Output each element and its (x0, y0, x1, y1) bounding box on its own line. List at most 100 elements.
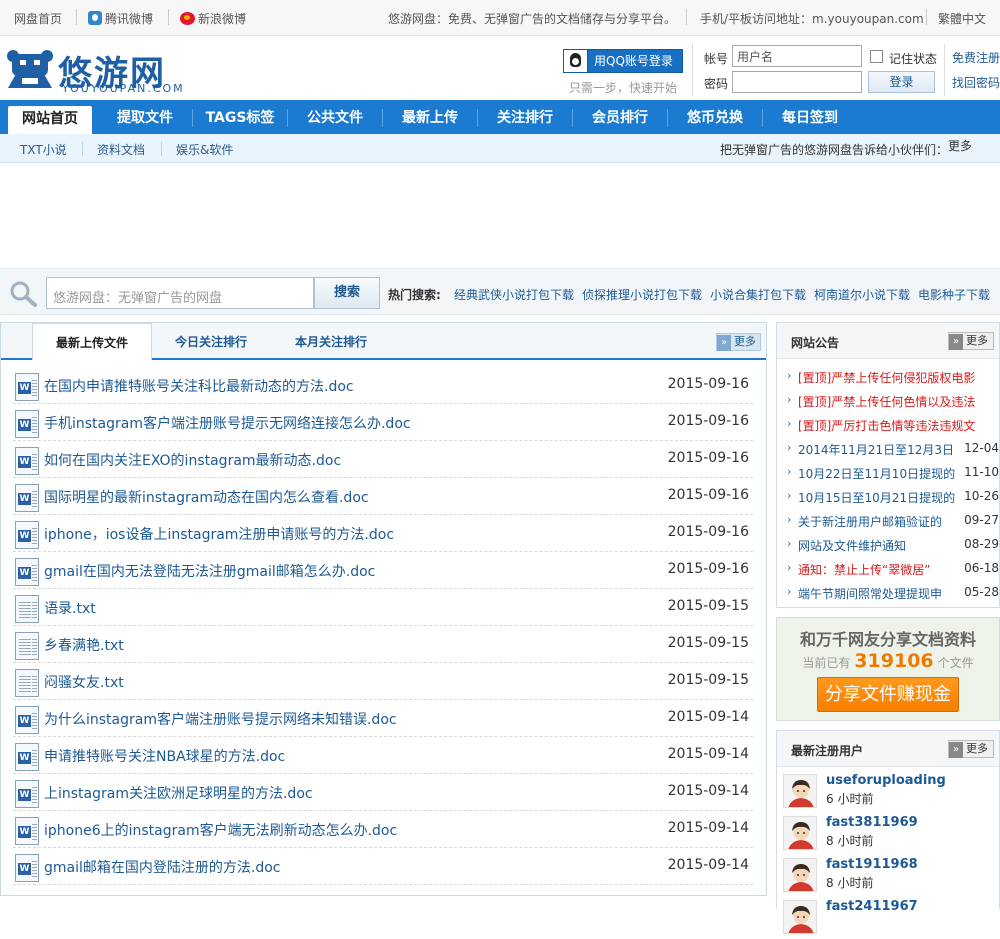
subnav-documents[interactable]: 资料文档 (97, 141, 145, 158)
announcement-title[interactable]: 10月15日至10月21日提现的 (798, 489, 976, 506)
hot-search-link[interactable]: 经典武侠小说打包下载 (454, 286, 574, 303)
qq-login-button[interactable]: 用QQ账号登录 (563, 49, 683, 73)
tab-month-ranking[interactable]: 本月关注排行 (270, 323, 392, 360)
file-row[interactable]: gmail在国内无法登陆无法注册gmail邮箱怎么办.doc 2015-09-16 (13, 552, 753, 589)
file-name-link[interactable]: gmail邮箱在国内登陆注册的方法.doc (44, 857, 280, 877)
file-row[interactable]: 申请推特账号关注NBA球星的方法.doc 2015-09-14 (13, 737, 753, 774)
user-item[interactable]: useforuploading 6 小时前 (783, 771, 997, 813)
search-input[interactable]: 悠游网盘：无弹窗广告的网盘 (46, 277, 314, 309)
announcement-title[interactable]: 网站及文件维护通知 (798, 537, 976, 554)
announcement-item[interactable]: › 10月22日至11月10日提现的 11-10 (785, 460, 999, 484)
mobile-address-link[interactable]: 手机/平板访问地址：m.youyoupan.com (700, 10, 924, 27)
forgot-password-link[interactable]: 找回密码 (952, 74, 1000, 91)
file-name-link[interactable]: 为什么instagram客户端注册账号提示网络未知错误.doc (44, 709, 397, 729)
file-row[interactable]: iphone6上的instagram客户端无法刷新动态怎么办.doc 2015-0… (13, 811, 753, 848)
tencent-weibo-link[interactable]: 腾讯微博 (88, 10, 153, 27)
hot-search-link[interactable]: 电影种子下载 (918, 286, 990, 303)
subnav-txt-novels[interactable]: TXT小说 (20, 141, 67, 158)
nav-extract-file[interactable]: 提取文件 (98, 100, 192, 134)
site-logo[interactable]: 悠游网盘 YOUYOUPAN.COM (4, 44, 194, 143)
announcement-title[interactable]: 2014年11月21日至12月3日 (798, 441, 976, 458)
login-button[interactable]: 登录 (868, 71, 935, 93)
nav-coin-exchange[interactable]: 悠币兑换 (668, 100, 762, 134)
avatar[interactable] (783, 858, 817, 892)
share-notice-more[interactable]: 更多 (948, 137, 972, 154)
hot-search-link[interactable]: 侦探推理小说打包下载 (582, 286, 702, 303)
register-link[interactable]: 免费注册 (952, 49, 1000, 66)
announcement-title[interactable]: 关于新注册用户邮箱验证的 (798, 513, 976, 530)
announcement-title[interactable]: 通知：禁止上传“翠微居” (798, 561, 976, 578)
user-item[interactable]: fast3811969 8 小时前 (783, 813, 997, 855)
file-row[interactable]: 如何在国内关注EXO的instagram最新动态.doc 2015-09-16 (13, 441, 753, 478)
announcement-item[interactable]: › 10月15日至10月21日提现的 10-26 (785, 484, 999, 508)
file-row[interactable]: 为什么instagram客户端注册账号提示网络未知错误.doc 2015-09-1… (13, 700, 753, 737)
announcement-item[interactable]: › 端午节期间照常处理提现申 05-28 (785, 580, 999, 604)
file-name-link[interactable]: gmail在国内无法登陆无法注册gmail邮箱怎么办.doc (44, 561, 375, 581)
hot-search-link[interactable]: 小说合集打包下载 (710, 286, 806, 303)
username-input[interactable]: 用户名 (732, 45, 862, 67)
announcement-title[interactable]: 端午节期间照常处理提现申 (798, 585, 976, 602)
file-name-link[interactable]: 如何在国内关注EXO的instagram最新动态.doc (44, 450, 341, 470)
announcement-item[interactable]: › [置顶]严厉打击色情等违法违规文件 (785, 412, 999, 436)
announcement-item[interactable]: › [置顶]严禁上传任何色情以及违法违 (785, 388, 999, 412)
nav-follow-ranking[interactable]: 关注排行 (478, 100, 572, 134)
file-name-link[interactable]: 上instagram关注欧洲足球明星的方法.doc (44, 783, 313, 803)
search-button[interactable]: 搜索 (314, 277, 380, 309)
announcement-item[interactable]: › 网站及文件维护通知 08-29 (785, 532, 999, 556)
password-input[interactable] (732, 71, 862, 93)
file-row[interactable]: 上instagram关注欧洲足球明星的方法.doc 2015-09-14 (13, 774, 753, 811)
files-more-button[interactable]: » 更多 (716, 333, 761, 351)
sina-weibo-link[interactable]: 新浪微博 (180, 10, 246, 27)
user-name-link[interactable]: useforuploading (826, 773, 946, 788)
announcements-more-button[interactable]: » 更多 (948, 332, 994, 350)
user-item[interactable]: fast2411967 (783, 897, 997, 939)
file-name-link[interactable]: 国际明星的最新instagram动态在国内怎么查看.doc (44, 487, 369, 507)
avatar[interactable] (783, 816, 817, 850)
new-users-more-button[interactable]: » 更多 (948, 740, 994, 758)
file-name-link[interactable]: iphone6上的instagram客户端无法刷新动态怎么办.doc (44, 820, 397, 840)
user-name-link[interactable]: fast2411967 (826, 899, 918, 914)
file-row[interactable]: 国际明星的最新instagram动态在国内怎么查看.doc 2015-09-16 (13, 478, 753, 515)
file-row[interactable]: 手机instagram客户端注册账号提示无网络连接怎么办.doc 2015-09-… (13, 404, 753, 441)
file-name-link[interactable]: 手机instagram客户端注册账号提示无网络连接怎么办.doc (44, 413, 411, 433)
nav-tags[interactable]: TAGS标签 (193, 100, 287, 134)
file-name-link[interactable]: iphone，ios设备上instagram注册申请账号的方法.doc (44, 524, 394, 544)
announcement-title[interactable]: 10月22日至11月10日提现的 (798, 465, 976, 482)
tab-latest-uploads[interactable]: 最新上传文件 (32, 323, 152, 360)
file-name-link[interactable]: 乡春满艳.txt (44, 635, 124, 655)
user-item[interactable]: fast1911968 8 小时前 (783, 855, 997, 897)
home-link[interactable]: 网盘首页 (14, 10, 62, 27)
nav-public-files[interactable]: 公共文件 (288, 100, 382, 134)
user-name-link[interactable]: fast1911968 (826, 857, 918, 872)
announcement-title[interactable]: [置顶]严厉打击色情等违法违规文件 (798, 417, 976, 434)
announcement-item[interactable]: › 2014年11月21日至12月3日 12-04 (785, 436, 999, 460)
hot-search-link[interactable]: 柯南道尔小说下载 (814, 286, 910, 303)
nav-member-ranking[interactable]: 会员排行 (573, 100, 667, 134)
file-row[interactable]: iphone，ios设备上instagram注册申请账号的方法.doc 2015-… (13, 515, 753, 552)
file-row[interactable]: 在国内申请推特账号关注科比最新动态的方法.doc 2015-09-16 (13, 367, 753, 404)
traditional-chinese-link[interactable]: 繁體中文 (938, 10, 986, 27)
nav-home[interactable]: 网站首页 (8, 106, 92, 134)
file-row[interactable]: gmail邮箱在国内登陆注册的方法.doc 2015-09-14 (13, 848, 753, 885)
announcement-item[interactable]: › 通知：禁止上传“翠微居” 06-18 (785, 556, 999, 580)
announcement-title[interactable]: [置顶]严禁上传任何侵犯版权电影文 (798, 369, 976, 386)
nav-latest-uploads[interactable]: 最新上传 (383, 100, 477, 134)
share-file-button[interactable]: 分享文件赚现金 (817, 677, 959, 712)
file-row[interactable]: 闷骚女友.txt 2015-09-15 (13, 663, 753, 700)
avatar[interactable] (783, 900, 817, 934)
subnav-entertainment[interactable]: 娱乐&软件 (176, 141, 233, 158)
file-name-link[interactable]: 申请推特账号关注NBA球星的方法.doc (44, 746, 285, 766)
file-row[interactable]: 语录.txt 2015-09-15 (13, 589, 753, 626)
file-name-link[interactable]: 在国内申请推特账号关注科比最新动态的方法.doc (44, 376, 354, 396)
file-name-link[interactable]: 语录.txt (44, 598, 96, 618)
file-row[interactable]: 乡春满艳.txt 2015-09-15 (13, 626, 753, 663)
tab-today-ranking[interactable]: 今日关注排行 (152, 323, 270, 360)
remember-checkbox[interactable] (870, 50, 883, 63)
file-name-link[interactable]: 闷骚女友.txt (44, 672, 124, 692)
announcement-item[interactable]: › [置顶]严禁上传任何侵犯版权电影文 (785, 364, 999, 388)
nav-daily-checkin[interactable]: 每日签到 (763, 100, 857, 134)
announcement-title[interactable]: [置顶]严禁上传任何色情以及违法违 (798, 393, 976, 410)
announcement-item[interactable]: › 关于新注册用户邮箱验证的 09-27 (785, 508, 999, 532)
avatar[interactable] (783, 774, 817, 808)
user-name-link[interactable]: fast3811969 (826, 815, 918, 830)
